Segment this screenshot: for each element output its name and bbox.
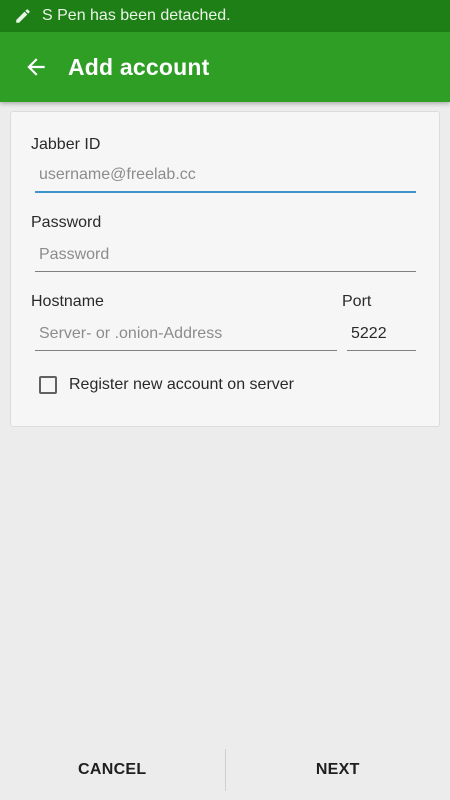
port-input[interactable] — [347, 317, 416, 350]
bottom-action-bar: CANCEL NEXT — [0, 740, 450, 800]
pen-icon — [16, 9, 30, 23]
port-field[interactable] — [347, 317, 416, 351]
jabber-id-label: Jabber ID — [31, 136, 101, 153]
hostname-field[interactable] — [35, 317, 337, 351]
arrow-back-icon — [27, 58, 45, 76]
password-input[interactable] — [35, 238, 416, 271]
status-notification-text: S Pen has been detached. — [42, 7, 231, 24]
status-bar: S Pen has been detached. — [0, 0, 450, 32]
next-button[interactable]: NEXT — [226, 740, 450, 800]
hostname-label: Hostname — [31, 293, 104, 310]
hostname-input[interactable] — [35, 317, 337, 350]
jabber-id-input[interactable] — [35, 159, 416, 191]
register-account-label: Register new account on server — [69, 376, 294, 393]
back-button[interactable] — [8, 32, 64, 102]
account-form-card: Jabber ID Password Hostname Port Registe… — [10, 111, 440, 427]
jabber-id-field[interactable] — [35, 159, 416, 193]
password-label: Password — [31, 214, 102, 231]
register-account-option[interactable]: Register new account on server — [39, 376, 294, 394]
page-title: Add account — [68, 53, 210, 80]
cancel-button[interactable]: CANCEL — [0, 740, 225, 800]
register-account-checkbox[interactable] — [39, 376, 57, 394]
app-bar: Add account — [0, 32, 450, 102]
port-label: Port — [342, 293, 372, 310]
password-field[interactable] — [35, 238, 416, 272]
